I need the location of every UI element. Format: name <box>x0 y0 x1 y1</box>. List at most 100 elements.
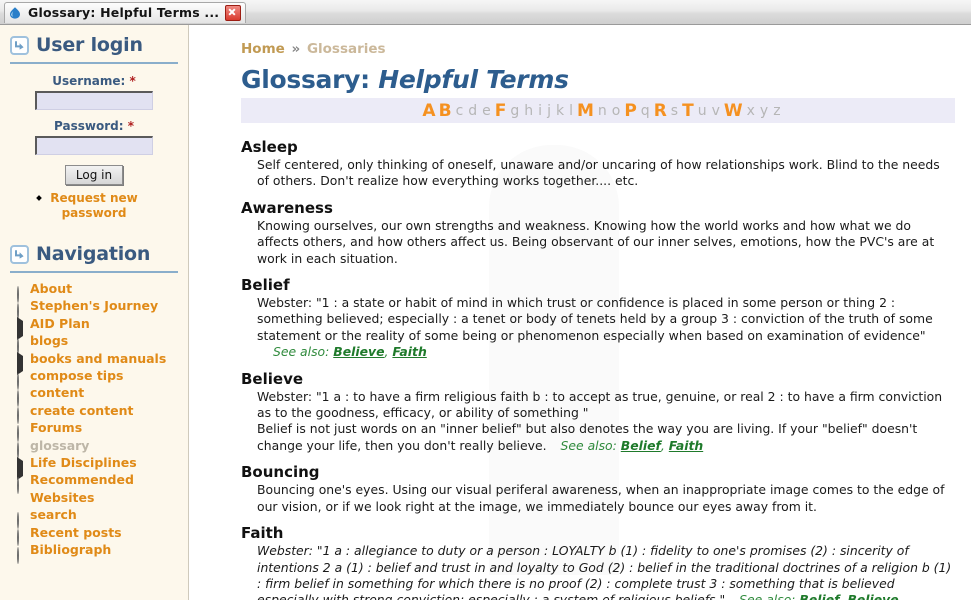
sidebar-item-aid-plan[interactable]: AID Plan <box>30 316 90 331</box>
sidebar-item-search[interactable]: search <box>30 507 77 522</box>
alpha-link-a[interactable]: A <box>421 101 437 121</box>
alpha-link-n: n <box>597 102 607 119</box>
alpha-link-m[interactable]: M <box>575 101 595 121</box>
glossary-term: Awareness <box>241 198 333 217</box>
required-marker: * <box>129 74 136 88</box>
password-input[interactable] <box>35 136 153 155</box>
sidebar-item-bibliograph[interactable]: Bibliograph <box>30 542 111 557</box>
block-divider <box>10 271 178 273</box>
list-item: Life Disciplines <box>17 454 180 480</box>
breadcrumb-current: Glossaries <box>306 41 386 57</box>
alpha-link-d: d <box>468 102 478 119</box>
navigation-title: Navigation <box>36 243 151 265</box>
user-login-title: User login <box>36 34 143 56</box>
sidebar-item-compose-tips[interactable]: compose tips <box>30 368 123 383</box>
user-login-block-header: User login <box>10 34 180 56</box>
bullet-circle-icon <box>17 511 19 529</box>
alpha-link-w[interactable]: W <box>722 101 744 121</box>
page-body: User login Username: * Password: * Log i… <box>0 25 971 600</box>
page-title: Glossary: Helpful Terms <box>241 65 955 94</box>
sidebar-item-content[interactable]: content <box>30 385 84 400</box>
glossary-term: Belief <box>241 276 290 295</box>
glossary-definition: Webster: "1 a : allegiance to duty or a … <box>257 543 955 600</box>
list-item: glossary <box>17 437 180 460</box>
alpha-link-z: z <box>773 102 781 119</box>
alpha-link-e: e <box>482 102 491 119</box>
alpha-link-b[interactable]: B <box>437 101 453 121</box>
expand-triangle-icon <box>17 456 23 480</box>
alpha-link-v: v <box>711 102 720 119</box>
username-form-item: Username: * <box>8 74 180 110</box>
drupal-droplet-icon <box>8 6 22 20</box>
bullet-circle-icon <box>17 424 19 442</box>
sidebar-item-books-and-manuals[interactable]: books and manuals <box>30 351 166 366</box>
see-also-link[interactable]: Believe <box>847 592 898 600</box>
sidebar-item-recent-posts[interactable]: Recent posts <box>30 525 122 540</box>
sidebar-item-create-content[interactable]: create content <box>30 403 134 418</box>
definition-text: Webster: "1 : a state or habit of mind i… <box>257 295 933 343</box>
bullet-circle-icon <box>17 407 19 425</box>
close-icon[interactable] <box>225 4 242 21</box>
login-links-list: Request new password <box>8 191 180 221</box>
browser-tab[interactable]: Glossary: Helpful Terms ... <box>4 1 247 23</box>
request-new-password-link[interactable]: Request new password <box>50 191 137 220</box>
glossary-list: Asleep Self centered, only thinking of on… <box>241 138 955 600</box>
glossary-definition: Self centered, only thinking of oneself,… <box>257 157 955 190</box>
sidebar-item-forums[interactable]: Forums <box>30 420 82 435</box>
see-also-link[interactable]: Faith <box>392 344 426 359</box>
see-also-label: See also: <box>273 344 334 360</box>
see-also-row: See also: Believe, Faith <box>273 344 955 360</box>
glossary-term: Believe <box>241 369 304 388</box>
breadcrumb-separator: » <box>291 41 301 57</box>
definition-text: Self centered, only thinking of oneself,… <box>257 157 940 189</box>
alpha-link-p[interactable]: P <box>623 101 638 121</box>
see-also-link[interactable]: Faith <box>669 438 703 453</box>
alpha-link-h: h <box>524 102 534 119</box>
window-titlebar: Glossary: Helpful Terms ... <box>0 0 971 25</box>
sidebar-item-blogs[interactable]: blogs <box>30 333 68 348</box>
sidebar-item-stephen-s-journey[interactable]: Stephen's Journey <box>30 298 158 313</box>
password-form-item: Password: * <box>8 119 180 155</box>
list-item: Bibliograph <box>17 541 180 564</box>
alpha-link-t[interactable]: T <box>681 101 696 121</box>
navigation-block-header: Navigation <box>10 243 180 265</box>
alpha-link-x: x <box>746 102 755 119</box>
sidebar-item-about[interactable]: About <box>30 281 72 296</box>
list-item: Recommended Websites <box>17 471 180 506</box>
arrow-down-right-icon <box>10 35 29 55</box>
alpha-link-l: l <box>569 102 573 119</box>
breadcrumb-home-link[interactable]: Home <box>241 41 285 57</box>
log-in-button[interactable]: Log in <box>64 165 124 185</box>
glossary-term: Asleep <box>241 138 298 156</box>
sidebar: User login Username: * Password: * Log i… <box>0 25 189 600</box>
bullet-circle-icon <box>17 546 19 564</box>
username-label: Username: * <box>8 74 180 88</box>
alpha-link-r[interactable]: R <box>652 101 668 121</box>
see-also: See also: Belief, Believe <box>739 592 899 600</box>
glossary-definition: Webster: "1 a : to have a firm religious… <box>257 389 955 455</box>
alpha-link-y: y <box>759 102 769 119</box>
alpha-link-f[interactable]: F <box>493 101 508 121</box>
user-login-block: User login Username: * Password: * Log i… <box>0 34 188 221</box>
sidebar-item-recommended-websites[interactable]: Recommended Websites <box>30 472 134 504</box>
list-item: AID Plan <box>17 315 180 341</box>
alpha-link-i: i <box>538 102 543 119</box>
list-item: Forums <box>17 419 180 442</box>
glossary-definition: Webster: "1 : a state or habit of mind i… <box>257 295 955 361</box>
see-also-link[interactable]: Believe <box>333 344 384 359</box>
list-item: About <box>17 280 180 303</box>
list-item: content <box>17 384 180 407</box>
see-also-link[interactable]: Belief <box>799 592 839 600</box>
see-also-link[interactable]: Belief <box>621 438 661 453</box>
bullet-circle-icon <box>17 529 19 547</box>
sidebar-item-glossary[interactable]: glossary <box>30 438 89 453</box>
list-item: books and manuals <box>17 350 180 376</box>
alpha-link-u: u <box>697 102 707 119</box>
list-item: blogs <box>17 332 180 355</box>
sidebar-item-life-disciplines[interactable]: Life Disciplines <box>30 455 137 470</box>
alpha-link-q: q <box>640 102 650 119</box>
username-input[interactable] <box>35 91 153 110</box>
see-also-label: See also: <box>560 437 621 453</box>
navigation-block: Navigation About Stephen's Journey AID Pla… <box>0 243 188 564</box>
definition-text: Knowing ourselves, our own strengths and… <box>257 217 935 266</box>
